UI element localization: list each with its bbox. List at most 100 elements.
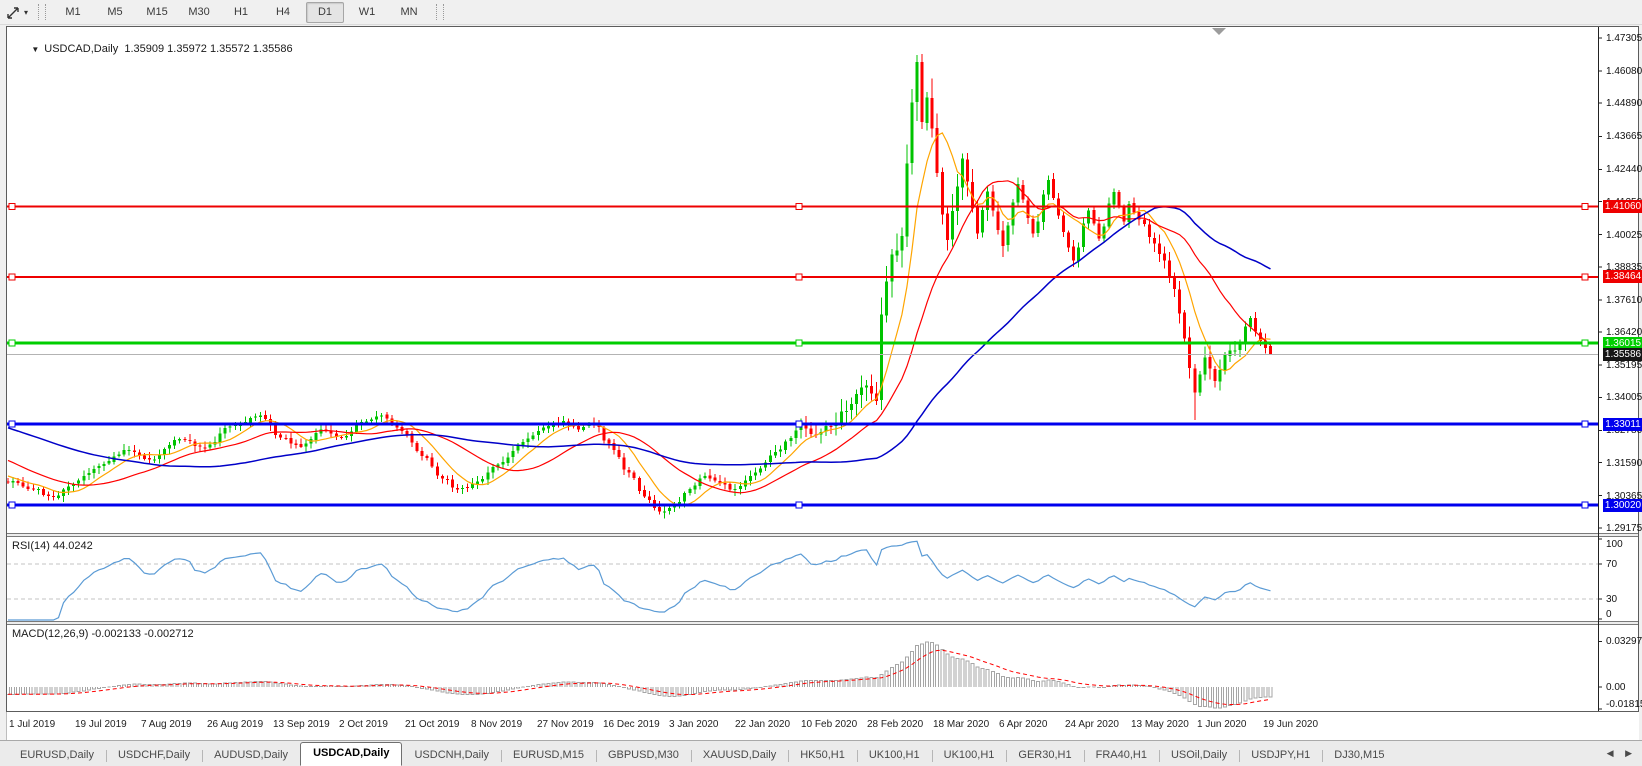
price-axis-tick: 1.44890 [1606, 98, 1642, 110]
timeframe-button-m1[interactable]: M1 [54, 2, 92, 23]
macd-axis-tick: -0.018154 [1606, 699, 1642, 710]
timeframe-button-d1[interactable]: D1 [306, 1, 345, 23]
bearish-candle-wicks [7, 53, 1271, 515]
price-axis-tick: 1.42440 [1606, 164, 1642, 176]
current-price-tag: 1.35586 [1603, 348, 1642, 362]
bullish-candle-bodies [11, 61, 1252, 513]
timeframe-button-h1[interactable]: H1 [222, 2, 260, 23]
rsi-line [8, 540, 1271, 621]
macd-axis-tick: 0.00 [1606, 682, 1626, 693]
macd-histogram [7, 641, 1273, 709]
cursor-tool-dropdown-icon[interactable]: ▾ [24, 8, 28, 17]
date-axis-tick: 1 Jun 2020 [1197, 719, 1247, 730]
macd-indicator-label: MACD(12,26,9) -0.002133 -0.002712 [12, 628, 194, 640]
chart-tab-eurusd-m15[interactable]: EURUSD,M15 [501, 746, 596, 766]
line-handle[interactable] [8, 339, 16, 347]
moving-average-mid [7, 180, 1271, 494]
chart-tab-usdcad-daily[interactable]: USDCAD,Daily [300, 742, 403, 766]
line-handle[interactable] [1581, 339, 1589, 347]
price-axis-tick: 1.29175 [1606, 522, 1642, 534]
tab-scroll-right-icon[interactable]: ▶ [1625, 748, 1632, 758]
price-axis-tick: 1.37610 [1606, 294, 1642, 306]
rsi-axis-tick: 30 [1606, 594, 1618, 605]
timeframe-button-m15[interactable]: M15 [138, 2, 176, 23]
price-axis-tick: 1.35195 [1606, 360, 1642, 372]
rsi-axis-tick: 100 [1606, 539, 1623, 550]
line-handle[interactable] [1581, 203, 1589, 211]
line-handle[interactable] [8, 203, 16, 211]
chart-tab-hk50-h1[interactable]: HK50,H1 [788, 746, 857, 766]
line-handle[interactable] [795, 339, 803, 347]
cursor-tool-icon[interactable] [4, 4, 22, 20]
date-axis-tick: 13 Sep 2019 [273, 719, 330, 730]
line-handle[interactable] [795, 273, 803, 281]
date-axis-tick: 19 Jul 2019 [75, 719, 127, 730]
date-axis-tick: 10 Feb 2020 [801, 719, 858, 730]
timeframe-button-mn[interactable]: MN [390, 2, 428, 23]
rsi-pane [7, 540, 1598, 621]
date-axis-tick: 2 Oct 2019 [339, 719, 388, 730]
macd-signal-line [8, 649, 1271, 705]
line-handle[interactable] [795, 501, 803, 509]
rsi-axis-tick: 70 [1606, 559, 1618, 570]
date-axis-tick: 6 Apr 2020 [999, 719, 1048, 730]
bullish-candle-wicks [12, 54, 1251, 519]
date-axis-tick: 7 Aug 2019 [141, 719, 192, 730]
price-level-tag-1.38464: 1.38464 [1603, 270, 1642, 284]
line-handle[interactable] [1581, 420, 1589, 428]
chart-shift-marker[interactable] [1212, 28, 1226, 35]
timeframe-button-w1[interactable]: W1 [348, 2, 386, 23]
chart-tab-audusd-daily[interactable]: AUDUSD,Daily [202, 746, 300, 766]
chart-tabs-bar: EURUSD,Daily USDCHF,Daily AUDUSD,Daily USDC… [0, 740, 1642, 766]
chart-tab-usdcnh-daily[interactable]: USDCNH,Daily [402, 746, 501, 766]
date-axis-tick: 1 Jul 2019 [9, 719, 56, 730]
price-chart-canvas[interactable] [7, 27, 1638, 711]
line-handle[interactable] [8, 501, 16, 509]
price-axis-tick: 1.34005 [1606, 392, 1642, 404]
price-axis-tick: 1.46080 [1606, 65, 1642, 77]
line-handle[interactable] [8, 273, 16, 281]
metatrader-window: ▾ M1 M5 M15 M30 H1 H4 D1 W1 MN ▼ USDCAD,Daily 1.3… [0, 0, 1642, 766]
timeframe-button-m5[interactable]: M5 [96, 2, 134, 23]
price-axis-tick: 1.43665 [1606, 131, 1642, 143]
chart-title-triangle-icon: ▼ [31, 45, 40, 54]
timeframe-toolbar: ▾ M1 M5 M15 M30 H1 H4 D1 W1 MN [0, 0, 1642, 25]
date-axis-tick: 13 May 2020 [1131, 719, 1189, 730]
line-handle[interactable] [1581, 501, 1589, 509]
date-axis-tick: 16 Dec 2019 [603, 719, 660, 730]
date-axis: 1 Jul 2019 19 Jul 2019 7 Aug 2019 26 Aug 20… [6, 712, 1639, 740]
chart-tab-ger30-h1[interactable]: GER30,H1 [1006, 746, 1083, 766]
chart-tab-eurusd-daily[interactable]: EURUSD,Daily [8, 746, 106, 766]
line-handle[interactable] [8, 420, 16, 428]
macd-axis-tick: 0.032972 [1606, 636, 1642, 648]
chart-tab-fra40-h1[interactable]: FRA40,H1 [1083, 746, 1159, 766]
chart-title: ▼ USDCAD,Daily 1.35909 1.35972 1.35572 1.… [13, 31, 292, 67]
timeframe-button-h4[interactable]: H4 [264, 2, 302, 23]
date-axis-tick: 21 Oct 2019 [405, 719, 460, 730]
chart-tab-usoil-daily[interactable]: USOil,Daily [1158, 746, 1239, 766]
date-axis-tick: 3 Jan 2020 [669, 719, 719, 730]
timeframe-button-m30[interactable]: M30 [180, 2, 218, 23]
price-axis-tick: 1.40025 [1606, 229, 1642, 241]
chart-tab-gbpusd-m30[interactable]: GBPUSD,M30 [595, 746, 691, 766]
toolbar-grip [38, 4, 47, 20]
line-handle[interactable] [795, 203, 803, 211]
chart-tab-usdjpy-h1[interactable]: USDJPY,H1 [1239, 746, 1322, 766]
line-handle[interactable] [1581, 273, 1589, 281]
price-axis-tick: 1.47305 [1606, 32, 1642, 44]
macd-pane [7, 641, 1273, 709]
line-handle[interactable] [795, 420, 803, 428]
chart-tab-usdchf-daily[interactable]: USDCHF,Daily [105, 746, 202, 766]
chart-tab-uk100-h1[interactable]: UK100,H1 [856, 746, 932, 766]
price-level-tag-1.30020: 1.30020 [1603, 498, 1642, 512]
chart-tab-uk100-h1[interactable]: UK100,H1 [931, 746, 1007, 766]
chart-tab-xauusd-daily[interactable]: XAUUSD,Daily [690, 746, 788, 766]
chart-tab-dj30-m15[interactable]: DJ30,M15 [1322, 746, 1396, 766]
chart-window[interactable]: ▼ USDCAD,Daily 1.35909 1.35972 1.35572 1.… [6, 26, 1642, 712]
date-axis-tick: 24 Apr 2020 [1065, 719, 1119, 730]
date-axis-tick: 26 Aug 2019 [207, 719, 264, 730]
date-axis-tick: 18 Mar 2020 [933, 719, 990, 730]
tab-scroll-left-icon[interactable]: ◀ [1607, 748, 1614, 758]
price-level-tag-1.33011: 1.33011 [1603, 417, 1642, 431]
rsi-axis-tick: 0 [1606, 609, 1612, 620]
